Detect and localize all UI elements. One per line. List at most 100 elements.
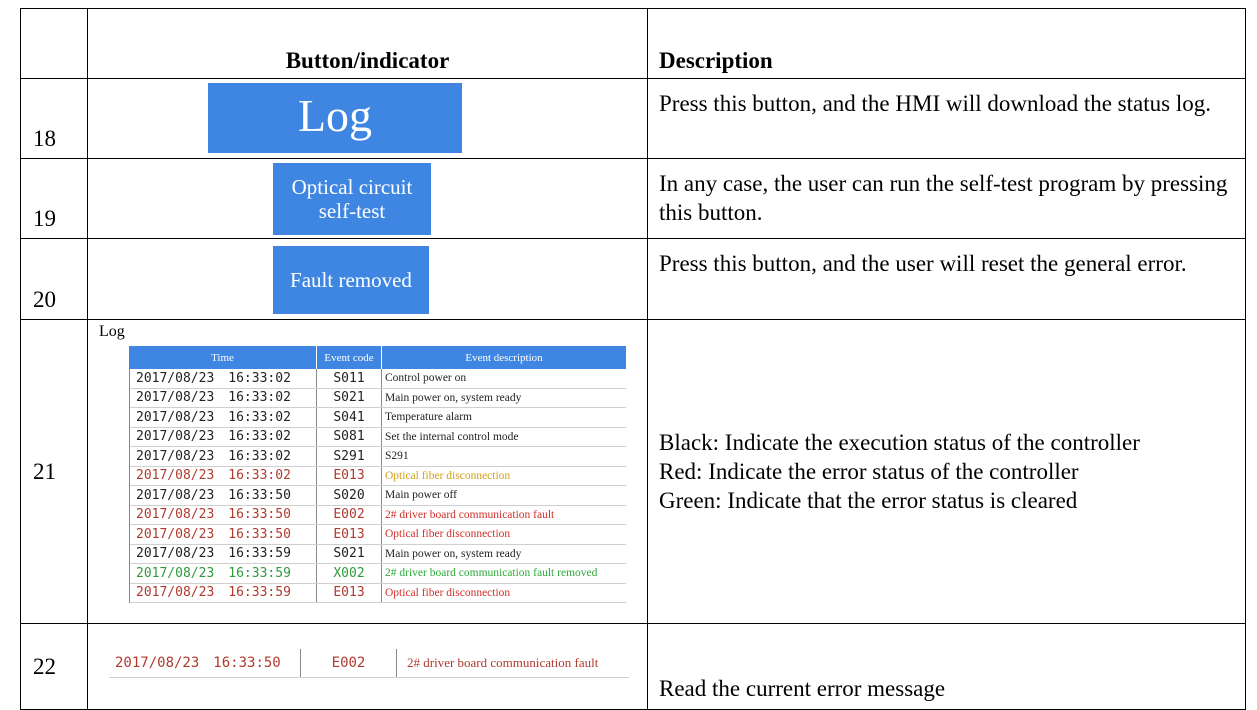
log-entry-description: Main power on, system ready	[385, 547, 522, 560]
log-entry-date: 2017/08/23	[136, 526, 215, 542]
table-row: 20 Fault removed Press this button, and …	[20, 238, 1246, 320]
log-entry-code: S011	[317, 369, 382, 388]
log-entry-timestamp: 2017/08/23 16:33:59	[130, 583, 317, 602]
log-entry-date: 2017/08/23	[136, 429, 215, 445]
log-entry-description: Optical fiber disconnection	[385, 528, 511, 541]
log-entry-row: 2017/08/23 16:33:02 S011 Control power on	[130, 369, 626, 389]
log-entry-row: 2017/08/23 16:33:59 X002 2# driver board co…	[130, 564, 626, 584]
button-label-line2: self-test	[318, 199, 386, 223]
header-description: Description	[647, 8, 1246, 79]
log-header-time: Time	[129, 346, 317, 369]
log-entry-date: 2017/08/23	[136, 507, 215, 523]
row-number: 21	[20, 319, 88, 624]
desc-green-legend: Green: Indicate that the error status is…	[659, 488, 1078, 513]
log-entry-code: S081	[317, 427, 382, 446]
row-description: Black: Indicate the execution status of …	[647, 319, 1246, 624]
log-entry-code: S041	[317, 408, 382, 427]
log-entry-row: 2017/08/23 16:33:50 S020 Main power off	[130, 486, 626, 506]
log-entry-row: 2017/08/23 16:33:02 S041 Temperature alarm	[130, 408, 626, 428]
row-number: 18	[20, 78, 88, 159]
log-entry-time: 16:33:02	[228, 409, 291, 425]
log-entry-time: 16:33:50	[228, 526, 291, 542]
log-entry-description: Main power off	[385, 489, 457, 502]
log-entry-date: 2017/08/23	[136, 390, 215, 406]
document-table: Button/indicator Description 18 Log Pres…	[20, 8, 1246, 710]
fault-removed-button[interactable]: Fault removed	[273, 246, 429, 314]
button-cell: Optical circuit self-test	[87, 158, 648, 239]
log-entry-code: S021	[317, 544, 382, 563]
current-error-row: 2017/08/23 16:33:50 E002 2# driver board…	[109, 649, 629, 678]
log-entry-date: 2017/08/23	[136, 370, 215, 386]
log-entry-date: 2017/08/23	[136, 585, 215, 601]
log-entry-timestamp: 2017/08/23 16:33:02	[130, 427, 317, 446]
log-entry-timestamp: 2017/08/23 16:33:50	[130, 505, 317, 524]
log-entry-row: 2017/08/23 16:33:02 S021 Main power on, sys…	[130, 388, 626, 408]
log-screenshot-cell: Log Time Event code Event description 20…	[87, 319, 648, 624]
log-entry-code: E013	[317, 525, 382, 544]
log-entry-date: 2017/08/23	[136, 409, 215, 425]
error-message-cell: 2017/08/23 16:33:50 E002 2# driver board…	[87, 623, 648, 710]
row-description: Press this button, and the HMI will down…	[647, 78, 1246, 159]
optical-self-test-button[interactable]: Optical circuit self-test	[273, 163, 431, 235]
error-timestamp: 2017/08/23 16:33:50	[109, 649, 301, 677]
log-entry-timestamp: 2017/08/23 16:33:59	[130, 544, 317, 563]
log-entry-row: 2017/08/23 16:33:02 S291 S291	[130, 447, 626, 467]
table-row: 22 2017/08/23 16:33:50 E002 2# driver bo…	[20, 623, 1246, 710]
log-header-code: Event code	[317, 346, 382, 369]
header-button-indicator: Button/indicator	[87, 8, 648, 79]
log-entry-description: Optical fiber disconnection	[385, 586, 511, 599]
log-entry-code: X002	[317, 564, 382, 583]
log-entry-description: Control power on	[385, 372, 467, 385]
error-event: 2# driver board communication fault	[407, 655, 599, 670]
row-description: Press this button, and the user will res…	[647, 238, 1246, 320]
log-entry-row: 2017/08/23 16:33:59 S021 Main power on, sys…	[130, 544, 626, 564]
log-entry-code: S021	[317, 388, 382, 407]
log-entry-description: 2# driver board communication fault remo…	[385, 567, 598, 580]
log-entry-date: 2017/08/23	[136, 468, 215, 484]
row-description: In any case, the user can run the self-t…	[647, 158, 1246, 239]
log-entry-description: S291	[385, 450, 409, 463]
log-entry-row: 2017/08/23 16:33:59 E013 Optical fiber disc…	[130, 583, 626, 603]
error-date: 2017/08/23	[115, 655, 200, 671]
log-rows: 2017/08/23 16:33:02 S011 Control power on 20…	[129, 369, 626, 603]
log-entry-time: 16:33:59	[228, 565, 291, 581]
log-entry-description: 2# driver board communication fault	[385, 508, 555, 521]
row-number: 19	[20, 158, 88, 239]
log-entry-timestamp: 2017/08/23 16:33:02	[130, 466, 317, 485]
log-entry-date: 2017/08/23	[136, 546, 215, 562]
log-entry-time: 16:33:02	[228, 390, 291, 406]
desc-black-legend: Black: Indicate the execution status of …	[659, 430, 1140, 455]
log-entry-time: 16:33:02	[228, 370, 291, 386]
log-entry-time: 16:33:02	[228, 468, 291, 484]
log-entry-timestamp: 2017/08/23 16:33:02	[130, 408, 317, 427]
table-row: 21 Log Time Event code Event description…	[20, 319, 1246, 624]
log-entry-date: 2017/08/23	[136, 448, 215, 464]
row-description: Read the current error message	[647, 623, 1246, 710]
log-button[interactable]: Log	[208, 83, 462, 153]
button-label-line1: Optical circuit	[291, 175, 413, 199]
log-entry-timestamp: 2017/08/23 16:33:02	[130, 447, 317, 466]
row-number: 20	[20, 238, 88, 320]
log-entry-code: E013	[317, 466, 382, 485]
log-header-description: Event description	[465, 351, 543, 364]
log-entry-time: 16:33:02	[228, 448, 291, 464]
log-entry-date: 2017/08/23	[136, 565, 215, 581]
log-entry-row: 2017/08/23 16:33:02 E013 Optical fiber disc…	[130, 466, 626, 486]
table-row: 19 Optical circuit self-test In any case…	[20, 158, 1246, 239]
log-entry-code: S291	[317, 447, 382, 466]
log-entry-code: E013	[317, 583, 382, 602]
log-entry-description: Optical fiber disconnection	[385, 469, 511, 482]
log-table: Time Event code Event description 2017/0…	[129, 346, 626, 612]
log-entry-row: 2017/08/23 16:33:02 S081 Set the internal c…	[130, 427, 626, 447]
header-row: Button/indicator Description	[20, 8, 1246, 79]
desc-red-legend: Red: Indicate the error status of the co…	[659, 459, 1079, 484]
log-entry-description: Set the internal control mode	[385, 430, 519, 443]
log-entry-description: Temperature alarm	[385, 411, 472, 424]
log-entry-row: 2017/08/23 16:33:50 E002 2# driver board co…	[130, 505, 626, 525]
log-header: Time Event code Event description	[129, 346, 626, 369]
log-entry-description: Main power on, system ready	[385, 391, 522, 404]
log-entry-code: E002	[317, 505, 382, 524]
log-entry-timestamp: 2017/08/23 16:33:50	[130, 486, 317, 505]
button-cell: Log	[87, 78, 648, 159]
log-entry-time: 16:33:59	[228, 585, 291, 601]
